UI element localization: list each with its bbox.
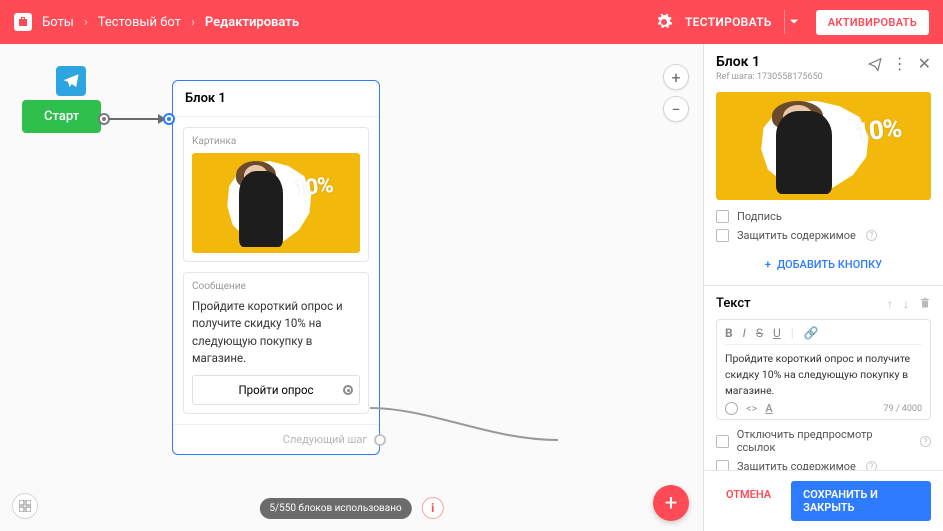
block1-node[interactable]: Блок 1 Картинка 10% Сообщение Пройдите к…	[172, 80, 380, 455]
block1-title: Блок 1	[173, 81, 379, 117]
flow-canvas[interactable]: Старт Блок 1 Картинка 10% Сообщение	[0, 44, 703, 531]
protect-content-label-2: Защитить содержимое	[737, 460, 856, 470]
picture-preview: 10%	[192, 153, 360, 253]
char-counter: 79 / 4000	[883, 404, 922, 414]
move-up-icon[interactable]: ↑	[887, 297, 893, 311]
activate-button[interactable]: АКТИВИРОВАТЬ	[816, 10, 929, 35]
editor-content[interactable]: Пройдите короткий опрос и получите скидк…	[725, 351, 922, 398]
disable-preview-label: Отключить предпросмотр ссылок	[737, 428, 910, 454]
zoom-out-button[interactable]: −	[663, 96, 689, 122]
next-step-port-out[interactable]	[374, 434, 386, 446]
message-text: Пройдите короткий опрос и получите скидк…	[192, 298, 360, 367]
text-editor[interactable]: B I S U | 🔗 Пройдите короткий опрос и по…	[716, 319, 931, 420]
info-icon[interactable]: ?	[866, 230, 877, 241]
cancel-button[interactable]: ОТМЕНА	[716, 481, 781, 521]
telegram-icon	[56, 66, 86, 96]
panel-ref: Ref шага: 1730558175650	[716, 72, 868, 82]
add-block-fab[interactable]: +	[653, 485, 689, 521]
info-button[interactable]: i	[422, 497, 444, 519]
message-button[interactable]: Пройти опрос	[192, 375, 360, 405]
breadcrumb: Боты › Тестовый бот › Редактировать	[14, 13, 299, 31]
test-dropdown-caret[interactable]	[784, 10, 804, 34]
chevron-right-icon: ›	[191, 15, 195, 30]
button-port-out[interactable]	[343, 385, 353, 395]
app-header: Боты › Тестовый бот › Редактировать ТЕСТ…	[0, 0, 943, 44]
zoom-in-button[interactable]: +	[663, 64, 689, 90]
italic-icon[interactable]: I	[743, 326, 746, 340]
text-section-title: Текст	[716, 296, 887, 311]
protect-content-checkbox-2[interactable]	[716, 460, 729, 470]
caption-checkbox[interactable]	[716, 210, 729, 223]
add-button-link[interactable]: ДОБАВИТЬ КНОПКУ	[716, 248, 931, 285]
move-down-icon[interactable]: ↓	[903, 297, 909, 311]
breadcrumb-bots[interactable]: Боты	[42, 15, 74, 30]
picture-card: Картинка 10%	[183, 127, 369, 262]
chevron-right-icon: ›	[84, 15, 88, 30]
test-button[interactable]: ТЕСТИРОВАТЬ	[685, 15, 772, 29]
gear-icon[interactable]	[655, 13, 673, 31]
picture-label: Картинка	[192, 136, 360, 147]
next-step[interactable]: Следующий шаг	[173, 424, 379, 454]
grid-toggle-button[interactable]	[12, 493, 38, 519]
save-button[interactable]: СОХРАНИТЬ И ЗАКРЫТЬ	[791, 481, 931, 521]
edge-block1-to-panel	[370, 400, 560, 460]
code-icon[interactable]: <>	[746, 402, 757, 415]
delete-icon[interactable]	[919, 297, 931, 309]
app-logo-icon	[14, 13, 32, 31]
protect-content-checkbox-1[interactable]	[716, 229, 729, 242]
usage-badge: 5/550 блоков использовано	[259, 498, 411, 519]
edge-start-to-block1	[108, 106, 170, 126]
underline-icon[interactable]: U	[773, 326, 781, 340]
properties-panel: Блок 1 Ref шага: 1730558175650 ⋮ ✕ 10%	[703, 44, 943, 531]
caption-label: Подпись	[737, 210, 782, 223]
panel-title: Блок 1	[716, 54, 868, 70]
block1-port-in[interactable]	[163, 113, 175, 125]
close-icon[interactable]: ✕	[918, 54, 931, 73]
strike-icon[interactable]: S	[756, 326, 763, 340]
info-icon[interactable]: ?	[866, 461, 877, 470]
link-icon[interactable]: 🔗	[804, 326, 819, 340]
send-icon[interactable]	[868, 57, 882, 71]
message-label: Сообщение	[192, 281, 360, 292]
panel-image-preview[interactable]: 10%	[716, 92, 931, 200]
more-icon[interactable]: ⋮	[892, 56, 908, 72]
text-color-icon[interactable]: A	[765, 402, 772, 415]
emoji-icon[interactable]	[725, 402, 738, 415]
protect-content-label-1: Защитить содержимое	[737, 229, 856, 242]
breadcrumb-bot-name[interactable]: Тестовый бот	[98, 15, 181, 30]
breadcrumb-edit: Редактировать	[205, 15, 299, 30]
disable-preview-checkbox[interactable]	[716, 435, 729, 448]
message-card: Сообщение Пройдите короткий опрос и полу…	[183, 272, 369, 414]
info-icon[interactable]: ?	[920, 436, 931, 447]
start-node[interactable]: Старт	[22, 100, 101, 133]
bold-icon[interactable]: B	[725, 326, 733, 340]
